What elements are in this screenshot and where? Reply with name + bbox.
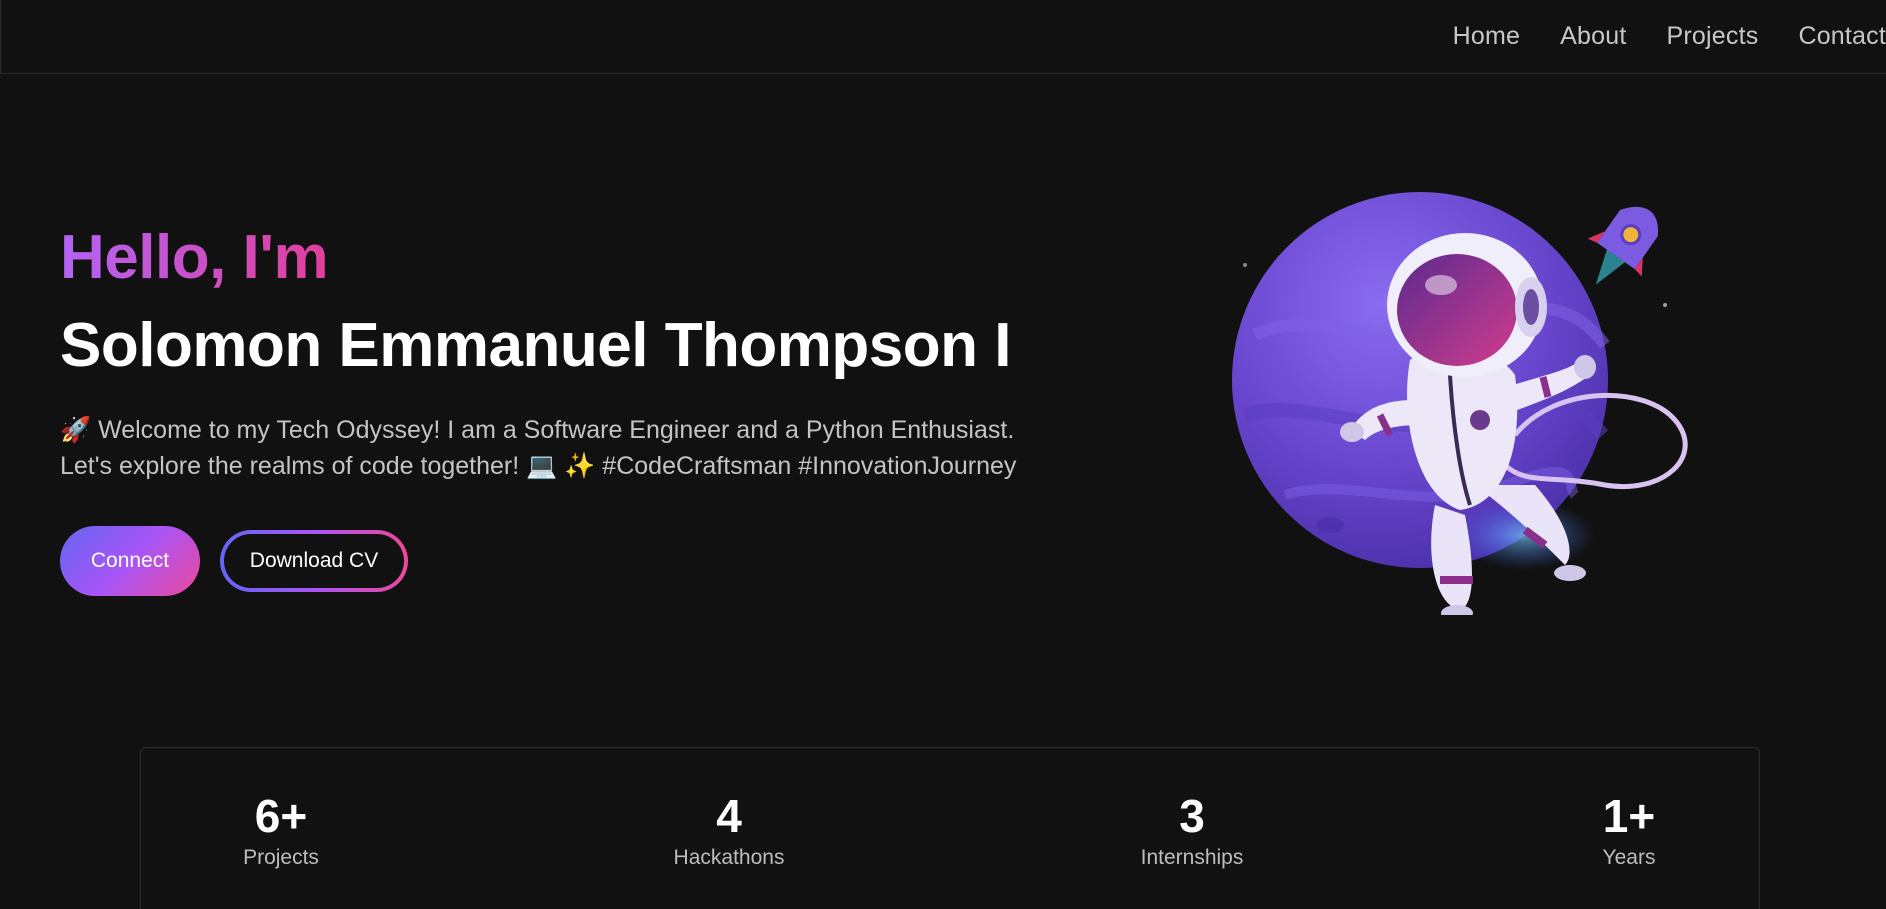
rocket-icon (1587, 206, 1658, 285)
connect-button[interactable]: Connect (60, 526, 200, 596)
nav-link-about[interactable]: About (1560, 22, 1626, 51)
greeting-heading: Hello, I'm (60, 220, 329, 296)
hero-section: Hello, I'm Solomon Emmanuel Thompson I 🚀… (60, 220, 1120, 596)
hero-buttons: Connect Download CV (60, 526, 1120, 596)
nav-link-contact[interactable]: Contact (1798, 22, 1886, 51)
stat-internships: 3 Internships (1141, 790, 1244, 870)
star-dot (1663, 303, 1667, 307)
stat-number: 3 (1179, 790, 1205, 842)
download-cv-button[interactable]: Download CV (224, 534, 404, 588)
bio-text: 🚀 Welcome to my Tech Odyssey! I am a Sof… (60, 412, 1120, 484)
astronaut-planet-illustration (1225, 185, 1715, 621)
bio-line-1: 🚀 Welcome to my Tech Odyssey! I am a Sof… (60, 416, 1015, 444)
stat-hackathons: 4 Hackathons (674, 790, 785, 870)
stat-number: 6+ (254, 790, 308, 842)
nav-links: Home About Projects Contact (1413, 0, 1886, 72)
stats-panel: 6+ Projects 4 Hackathons 3 Internships 1… (140, 747, 1760, 909)
stat-label: Hackathons (673, 846, 785, 869)
stat-number: 4 (716, 790, 742, 842)
planet-crater (1316, 517, 1344, 533)
stat-label: Internships (1140, 846, 1244, 869)
stat-years: 1+ Years (1603, 790, 1656, 870)
star-dot (1243, 263, 1247, 267)
top-navbar: Home About Projects Contact (0, 0, 1886, 74)
astronaut-illustration-icon (1232, 192, 1688, 621)
portfolio-page: Home About Projects Contact Hello, I'm S… (0, 0, 1886, 909)
download-cv-button-border[interactable]: Download CV (220, 530, 408, 592)
bio-line-2: Let's explore the realms of code togethe… (60, 452, 1017, 480)
stat-number: 1+ (1602, 790, 1656, 842)
stat-label: Years (1602, 846, 1656, 869)
name-heading: Solomon Emmanuel Thompson I (60, 311, 1011, 380)
nav-link-home[interactable]: Home (1453, 22, 1521, 51)
nav-link-projects[interactable]: Projects (1667, 22, 1759, 51)
stat-projects: 6+ Projects (243, 790, 319, 870)
stat-label: Projects (243, 846, 319, 869)
